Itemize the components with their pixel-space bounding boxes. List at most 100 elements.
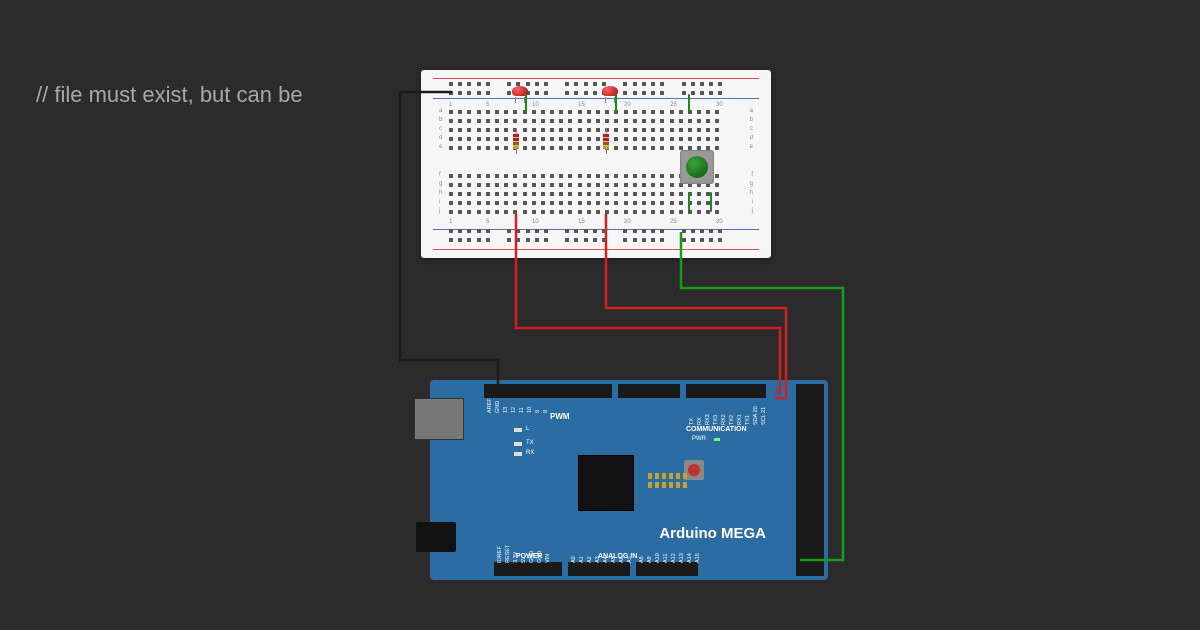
col-num: 30: [716, 219, 723, 225]
pin-label: RX1: [737, 414, 743, 425]
pin-label: VIN: [545, 554, 551, 563]
resistor-band: [513, 142, 519, 145]
row-label: g: [750, 181, 753, 187]
reset-button[interactable]: [684, 460, 704, 480]
col-num: 15: [578, 102, 585, 108]
pin-label: 3.3V: [513, 552, 519, 563]
pin-label: 8: [543, 410, 549, 413]
row-label: j: [752, 208, 753, 214]
row-label: f: [751, 172, 753, 178]
pin-label: A6: [619, 556, 625, 563]
header-right-side: [796, 384, 824, 576]
row-b: [449, 119, 719, 123]
row-a: [449, 110, 719, 114]
resistor-1[interactable]: [513, 128, 519, 154]
pin-label: RX2: [721, 414, 727, 425]
header-analog-2: [636, 562, 698, 576]
row-label: j: [439, 208, 440, 214]
pin-label: GND: [529, 551, 535, 563]
led-RX-indicator: [514, 452, 522, 456]
col-num: 15: [578, 219, 585, 225]
board-title: Arduino MEGA: [659, 525, 766, 542]
resistor-2[interactable]: [603, 128, 609, 154]
led-1[interactable]: [510, 86, 530, 98]
header-digital-1: [484, 384, 612, 398]
header-communication: [686, 384, 766, 398]
pin-label: GND: [537, 551, 543, 563]
pin-label: A0: [571, 556, 577, 563]
pin-label: A11: [663, 554, 669, 563]
pin-label: 11: [519, 407, 525, 413]
resistor-band: [513, 138, 519, 141]
pin-label: A7: [627, 556, 633, 563]
resistor-leg: [516, 149, 517, 154]
led-L-indicator: [514, 428, 522, 432]
row-label: i: [439, 199, 440, 205]
col-num: 25: [670, 219, 677, 225]
pin-label: TX: [689, 418, 695, 425]
rail-holes: [449, 91, 734, 95]
header-digital-2: [618, 384, 680, 398]
pin-label: A2: [587, 556, 593, 563]
led-PWR-indicator: [714, 438, 720, 441]
col-num: 10: [532, 219, 539, 225]
rail-holes: [449, 238, 734, 242]
arduino-mega-board: L TX RX PWR PWM COMMUNICATION POWER ANAL…: [430, 380, 828, 580]
resistor-band: [603, 134, 609, 137]
code-comment: // file must exist, but can be: [36, 82, 303, 108]
row-i: [449, 201, 719, 205]
power-jack: [416, 522, 456, 552]
led-2[interactable]: [600, 86, 620, 98]
row-label: e: [439, 144, 442, 150]
resistor-body: [603, 133, 609, 149]
rail-top-neg: [433, 98, 759, 99]
pin-label: TX3: [713, 415, 719, 425]
row-label: b: [750, 117, 753, 123]
pin-label: RESET: [505, 545, 511, 563]
col-num: 25: [670, 102, 677, 108]
led-PWR-label: PWR: [692, 436, 706, 442]
led-leg: [605, 97, 606, 103]
row-g: [449, 183, 719, 187]
comm-label: COMMUNICATION: [686, 426, 747, 433]
pin-label: A8: [639, 556, 645, 563]
pin-label: SDA 20: [753, 406, 759, 425]
row-f: [449, 174, 719, 178]
pin-label: A5: [611, 556, 617, 563]
pin-label: 9: [535, 410, 541, 413]
header-power: [494, 562, 562, 576]
col-num: 1: [449, 219, 452, 225]
col-num: 10: [532, 102, 539, 108]
pin-label: A14: [687, 553, 693, 563]
pin-label: TX1: [745, 415, 751, 425]
header-analog-1: [568, 562, 630, 576]
pin-label: AREF: [487, 398, 493, 413]
row-label: e: [750, 144, 753, 150]
rail-holes: [449, 229, 734, 233]
row-label: c: [439, 126, 442, 132]
jumper-wire: [615, 94, 617, 112]
pin-label: 5V: [521, 556, 527, 563]
jumper-wire: [688, 94, 690, 112]
col-num: 1: [449, 102, 452, 108]
pin-label: A15: [695, 553, 701, 563]
pwm-label: PWM: [550, 412, 570, 421]
col-num: 5: [486, 219, 489, 225]
pin-label: 13: [503, 407, 509, 413]
usb-port: [414, 398, 464, 440]
col-num: 20: [624, 219, 631, 225]
push-button[interactable]: [680, 150, 714, 184]
row-label: h: [439, 190, 442, 196]
led-TX-label: TX: [526, 440, 534, 446]
rail-top-pos: [433, 78, 759, 79]
jumper-wire: [710, 192, 712, 212]
pin-label: TX2: [729, 415, 735, 425]
row-label: a: [439, 108, 442, 114]
led-L-label: L: [526, 426, 529, 432]
pin-label: A10: [655, 553, 661, 563]
led-leg: [515, 97, 516, 103]
jumper-wire: [688, 192, 690, 212]
resistor-band: [603, 138, 609, 141]
pin-label: RX: [697, 417, 703, 425]
row-d: [449, 137, 719, 141]
